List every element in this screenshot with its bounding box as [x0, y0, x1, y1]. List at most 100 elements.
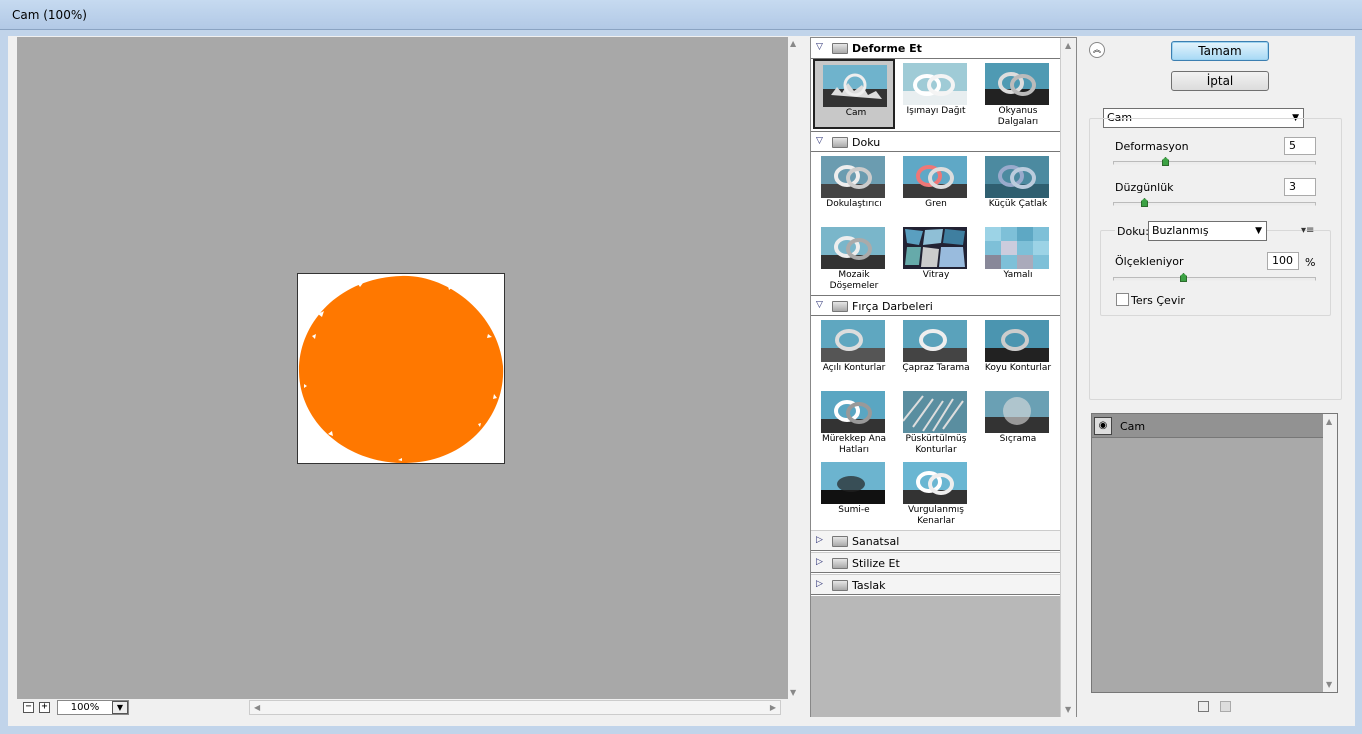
filter-label: Cam: [845, 108, 867, 118]
filter-thumb-dokulastirici[interactable]: Dokulaştırıcı: [813, 152, 895, 222]
scaling-input[interactable]: 100: [1267, 252, 1299, 270]
collapsed-triangle-icon: ▷: [816, 535, 823, 545]
scaling-label: Ölçekleniyor: [1115, 255, 1184, 268]
collapsed-triangle-icon: ▷: [816, 579, 823, 589]
filter-preview-image: [903, 156, 967, 198]
filter-preview-image: [985, 227, 1049, 269]
filter-preview-image: [903, 227, 967, 269]
trash-icon[interactable]: [1220, 701, 1231, 712]
filter-thumb-vitray[interactable]: Vitray: [895, 223, 977, 293]
filter-thumb-sicrama[interactable]: Sıçrama: [977, 387, 1059, 457]
folder-icon: [832, 301, 848, 312]
texture-select-value: Buzlanmış: [1152, 224, 1209, 237]
ok-button[interactable]: Tamam: [1171, 41, 1269, 61]
category-sanatsal[interactable]: ▷ Sanatsal: [811, 530, 1060, 551]
window-title: Cam (100%): [12, 8, 87, 22]
filter-preview-image: [985, 156, 1049, 198]
filter-thumb-mozaik-dosemeler[interactable]: Mozaik Döşemeler: [813, 223, 895, 293]
category-stilize-et[interactable]: ▷ Stilize Et: [811, 552, 1060, 573]
preview-bottom-bar: − + 100% ▼ ◀ ▶: [17, 699, 802, 716]
effect-layer-row[interactable]: ◉ Cam: [1092, 414, 1323, 438]
filter-preview-image: [821, 156, 885, 198]
filter-label: Gren: [925, 199, 947, 209]
texture-select[interactable]: Buzlanmış ▼: [1148, 221, 1267, 241]
category-doku[interactable]: ▽ Doku: [811, 131, 1060, 152]
filter-thumb-koyu-konturlar[interactable]: Koyu Konturlar: [977, 316, 1059, 386]
chevron-down-icon: ▼: [116, 703, 124, 712]
texture-menu-icon[interactable]: ▾≡: [1301, 225, 1314, 236]
filter-preview-image: [903, 320, 967, 362]
filter-label: Yamalı: [1003, 270, 1033, 280]
filter-preview-image: [903, 391, 967, 433]
filter-preview-image: [985, 391, 1049, 433]
scaling-slider[interactable]: [1113, 273, 1316, 282]
filter-preview-image: [903, 63, 967, 105]
filter-label: Mürekkep Ana Hatları: [821, 434, 887, 455]
preview-vertical-scrollbar[interactable]: ▲ ▼: [788, 37, 802, 699]
category-taslak[interactable]: ▷ Taslak: [811, 574, 1060, 595]
distortion-input[interactable]: 5: [1284, 137, 1316, 155]
zoom-out-button[interactable]: −: [23, 702, 34, 713]
distortion-slider[interactable]: [1113, 157, 1316, 166]
filter-thumb-isimayi-dagit[interactable]: Işımayı Dağıt: [895, 59, 977, 129]
category-deforme-et[interactable]: ▽ Deforme Et: [811, 38, 1060, 59]
filter-thumb-gren[interactable]: Gren: [895, 152, 977, 222]
double-chevron-up-icon[interactable]: ︽: [1089, 42, 1105, 58]
filter-thumb-capraz-tarama[interactable]: Çapraz Tarama: [895, 316, 977, 386]
filter-thumb-acili-konturlar[interactable]: Açılı Konturlar: [813, 316, 895, 386]
filter-thumb-kucuk-catlak[interactable]: Küçük Çatlak: [977, 152, 1059, 222]
filter-preview-image: [821, 227, 885, 269]
filter-label: Açılı Konturlar: [822, 363, 886, 373]
gallery-empty-area: [811, 596, 1060, 717]
filter-label: Vurgulanmış Kenarlar: [908, 505, 964, 526]
folder-icon: [832, 558, 848, 569]
collapsed-triangle-icon: ▷: [816, 557, 823, 567]
invert-label: Ters Çevir: [1131, 294, 1185, 307]
invert-checkbox[interactable]: [1116, 293, 1129, 306]
gallery-scrollbar[interactable]: ▲ ▼: [1060, 38, 1076, 717]
cancel-button[interactable]: İptal: [1171, 71, 1269, 91]
filter-thumb-vurgulanmis-kenarlar[interactable]: Vurgulanmış Kenarlar: [895, 458, 977, 528]
filter-preview-image: [821, 320, 885, 362]
filter-thumb-yamali[interactable]: Yamalı: [977, 223, 1059, 293]
chevron-down-icon: ▼: [1255, 226, 1262, 236]
zoom-dropdown-button[interactable]: ▼: [112, 701, 128, 714]
filter-preview-image: [823, 65, 887, 107]
scaling-unit: %: [1305, 256, 1316, 269]
category-label: Stilize Et: [852, 557, 900, 570]
category-label: Taslak: [852, 579, 886, 592]
layers-scrollbar[interactable]: ▲ ▼: [1323, 414, 1337, 692]
folder-icon: [832, 580, 848, 591]
preview-horizontal-scrollbar[interactable]: ◀ ▶: [249, 700, 781, 715]
filter-thumb-cam[interactable]: Cam: [813, 59, 895, 129]
effect-layers-panel: ◉ Cam ▲ ▼: [1091, 413, 1338, 693]
filter-label: Okyanus Dalgaları: [997, 106, 1039, 127]
filter-preview-image: [903, 462, 967, 504]
filter-label: Dokulaştırıcı: [826, 199, 882, 209]
new-effect-layer-icon[interactable]: [1198, 701, 1209, 712]
filter-thumb-sumi-e[interactable]: Sumi-e: [813, 458, 895, 528]
filter-label: Çapraz Tarama: [902, 363, 970, 373]
expanded-triangle-icon: ▽: [816, 42, 823, 52]
distortion-label: Deformasyon: [1115, 140, 1189, 153]
filter-thumb-murekkep-ana-hatlari[interactable]: Mürekkep Ana Hatları: [813, 387, 895, 457]
expanded-triangle-icon: ▽: [816, 136, 823, 146]
smoothness-input[interactable]: 3: [1284, 178, 1316, 196]
filter-label: Vitray: [922, 270, 950, 280]
filter-thumb-okyanus-dalgalari[interactable]: Okyanus Dalgaları: [977, 59, 1059, 129]
smoothness-slider[interactable]: [1113, 198, 1316, 207]
folder-icon: [832, 536, 848, 547]
preview-image: [297, 273, 505, 464]
folder-icon: [832, 137, 848, 148]
category-label: Deforme Et: [852, 42, 922, 55]
filter-label: Işımayı Dağıt: [906, 106, 966, 116]
zoom-in-button[interactable]: +: [39, 702, 50, 713]
category-label: Doku: [852, 136, 881, 149]
category-firca-darbeleri[interactable]: ▽ Fırça Darbeleri: [811, 295, 1060, 316]
filter-gallery: ▽ Deforme Et Cam Işımayı Dağıt Okyanus D…: [810, 37, 1077, 717]
filter-thumb-puskurtulmus-konturlar[interactable]: Püskürtülmüş Konturlar: [895, 387, 977, 457]
filter-label: Mozaik Döşemeler: [829, 270, 879, 291]
filter-label: Sıçrama: [999, 434, 1037, 444]
eye-icon[interactable]: ◉: [1094, 417, 1112, 435]
texture-label: Doku:: [1115, 225, 1151, 238]
